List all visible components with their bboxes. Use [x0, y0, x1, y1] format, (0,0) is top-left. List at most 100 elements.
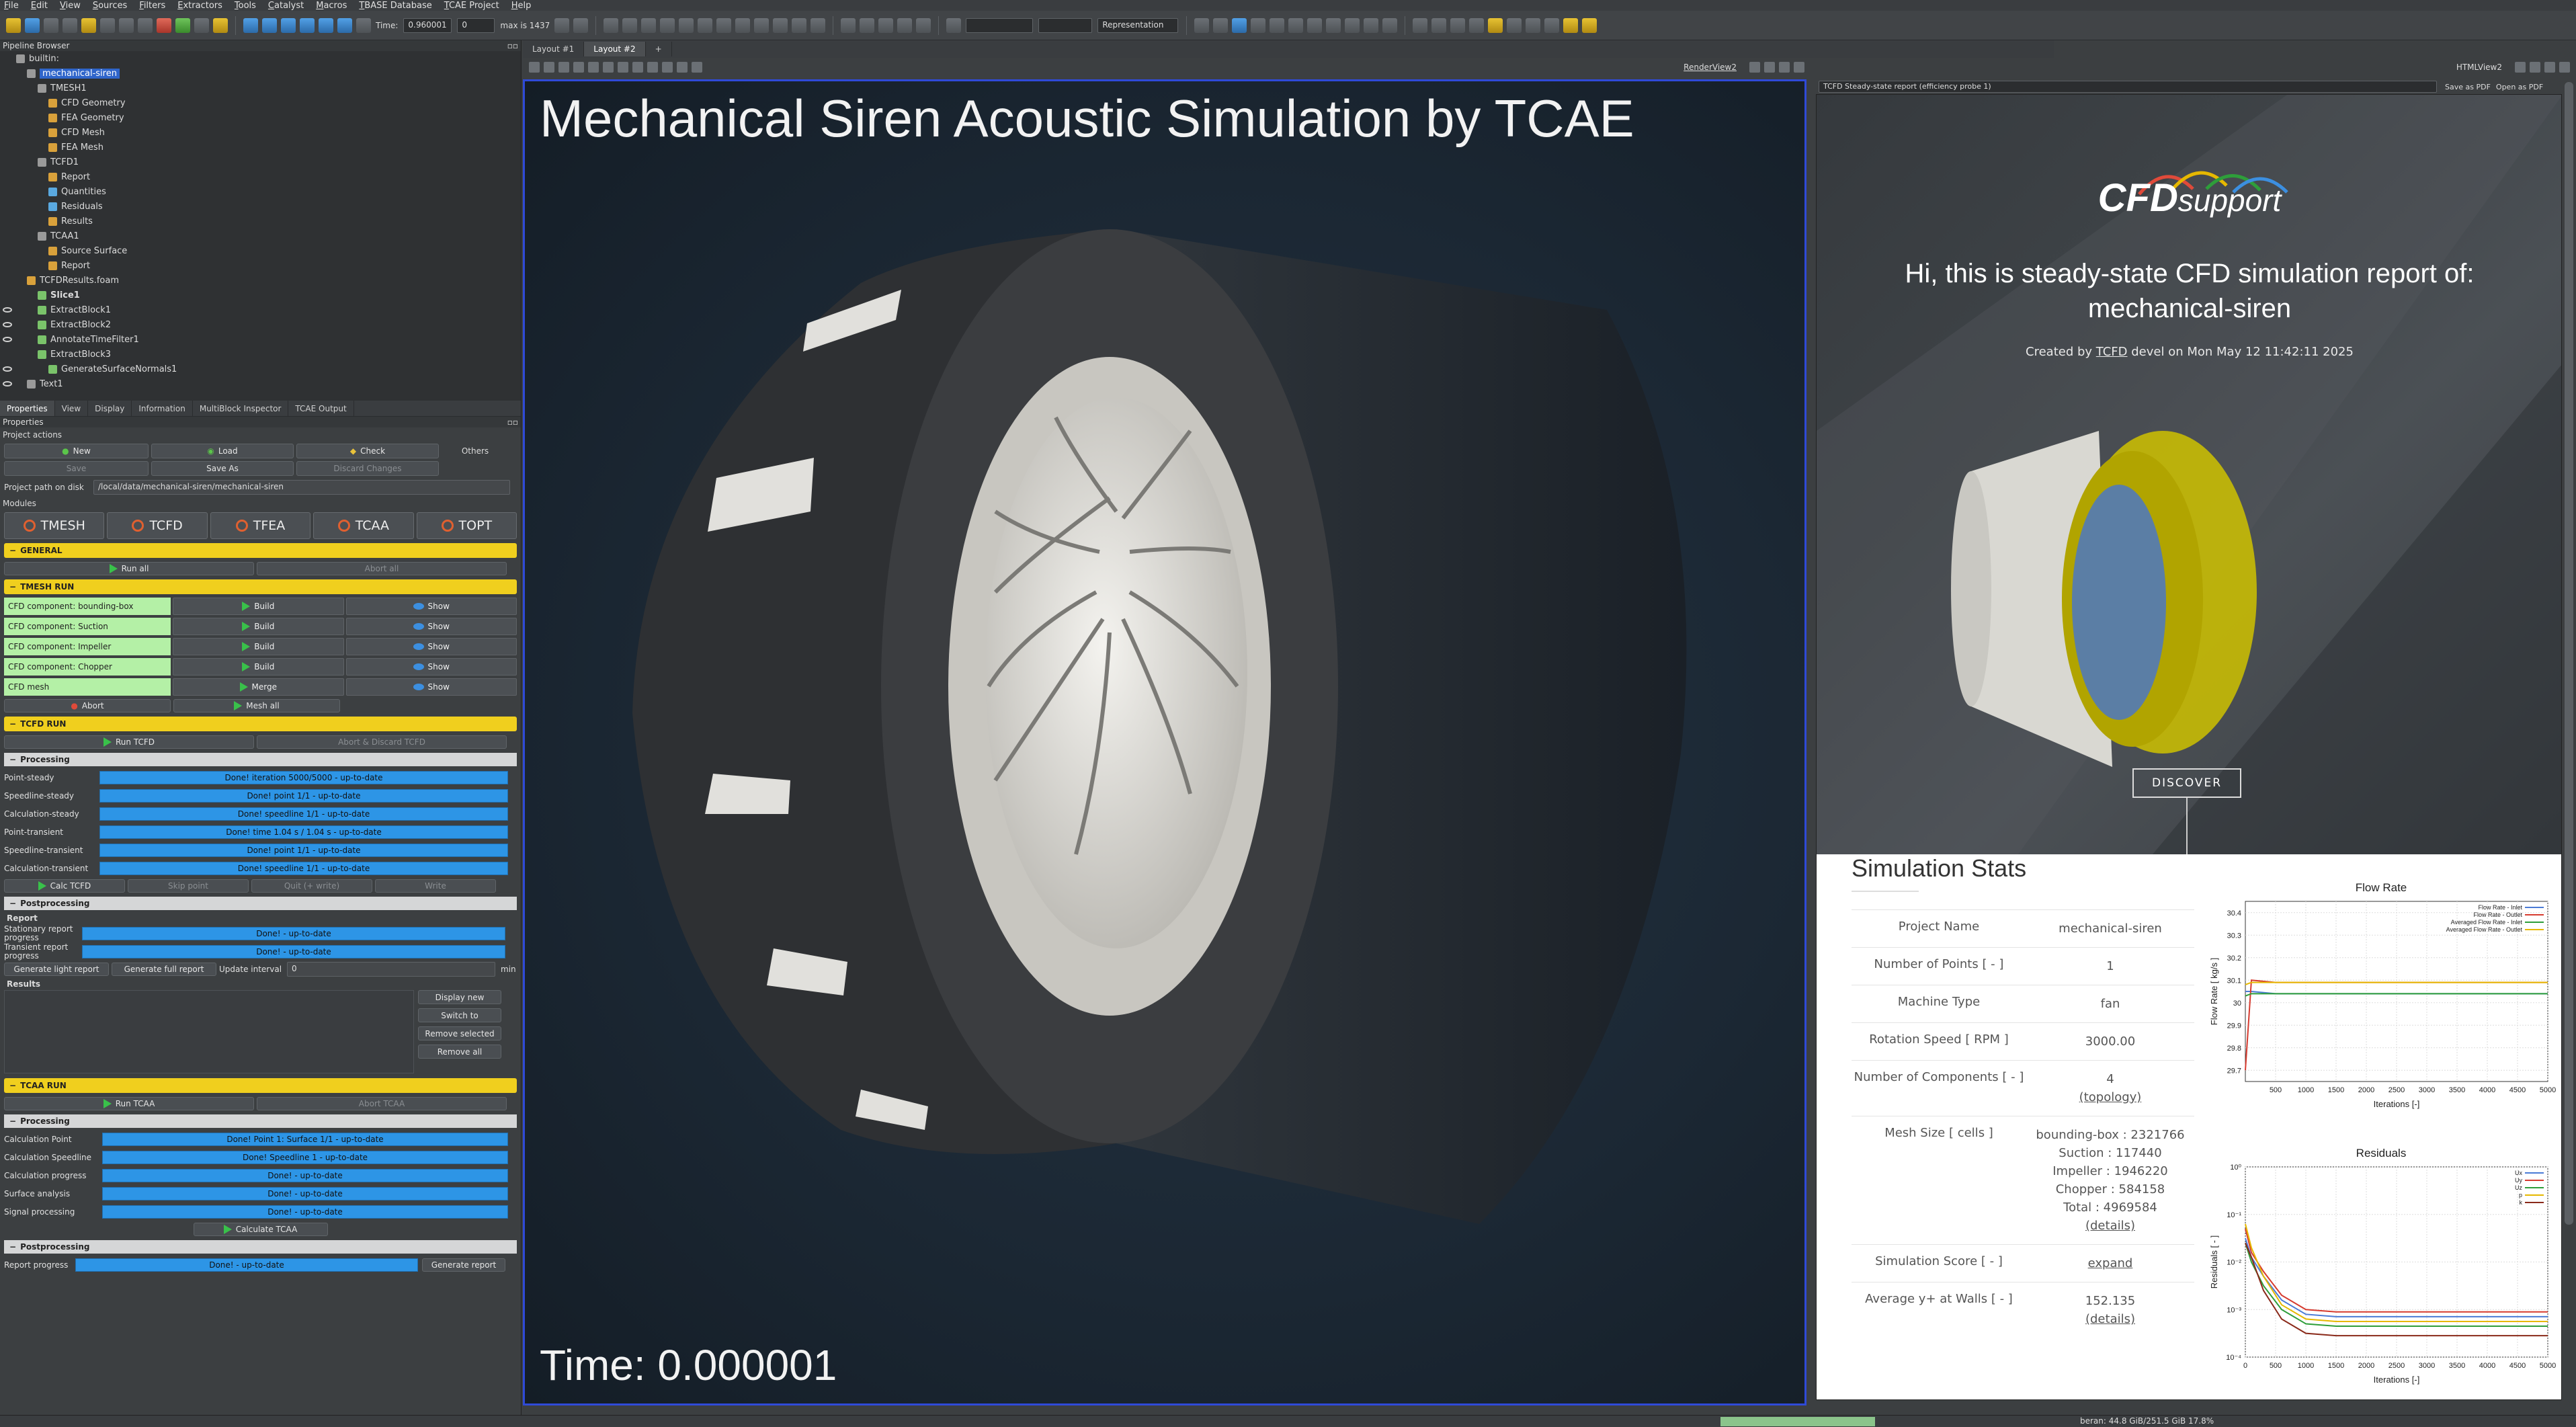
module-tab-tcaa[interactable]: TCAA — [313, 512, 414, 539]
tmesh-section-header[interactable]: − TMESH RUN — [4, 579, 517, 594]
build-button[interactable]: Build — [173, 618, 344, 635]
solid-color-icon[interactable] — [946, 17, 962, 33]
update-interval-field[interactable]: 0 — [287, 962, 496, 977]
select-block-icon[interactable] — [1450, 17, 1466, 33]
rotate-cw-icon[interactable] — [1364, 17, 1379, 33]
show-button[interactable]: Show — [345, 658, 517, 676]
camera-icon[interactable] — [529, 62, 540, 73]
abort-discard-tcfd-button[interactable]: Abort & Discard TCFD — [257, 735, 507, 749]
rotate-ccw-icon[interactable] — [1382, 17, 1398, 33]
previous-frame-icon[interactable] — [262, 17, 277, 33]
view-minus-x-icon[interactable] — [1251, 17, 1266, 33]
visibility-eye-icon[interactable] — [3, 322, 12, 327]
remove-all-button[interactable]: Remove all — [418, 1045, 501, 1059]
open-pdf-button[interactable]: Open as PDF — [2496, 83, 2543, 91]
contour-icon[interactable] — [622, 17, 638, 33]
menu-tbase-database[interactable]: TBASE Database — [359, 1, 431, 11]
visibility-eye-icon[interactable] — [3, 307, 12, 313]
pipeline-item[interactable]: Quantities — [0, 184, 521, 199]
component-select[interactable] — [1038, 17, 1093, 33]
menu-file[interactable]: File — [4, 1, 19, 11]
hover-cells-icon[interactable] — [647, 62, 658, 73]
generate-report-button[interactable]: Generate report — [422, 1258, 505, 1272]
select-points-icon[interactable] — [588, 62, 599, 73]
help-icon[interactable] — [213, 17, 228, 33]
last-frame-icon[interactable] — [337, 17, 352, 33]
grow-selection-icon[interactable] — [1526, 17, 1541, 33]
module-tab-tmesh[interactable]: TMESH — [4, 512, 105, 539]
tab-layout-1[interactable]: Layout #1 — [523, 42, 585, 56]
stats-details-link[interactable]: (details) — [2026, 1310, 2194, 1328]
tcfd-processing-header[interactable]: − Processing — [4, 753, 517, 766]
quit-write-button[interactable]: Quit (+ write) — [251, 879, 372, 893]
pipeline-item[interactable]: Report — [0, 258, 521, 273]
results-list[interactable] — [4, 990, 414, 1073]
run-tcfd-button[interactable]: Run TCFD — [4, 735, 254, 749]
pipeline-item[interactable]: TCFD1 — [0, 155, 521, 169]
open-folder-icon[interactable] — [6, 17, 21, 33]
view-plus-x-icon[interactable] — [1232, 17, 1247, 33]
save-state-icon[interactable] — [25, 17, 40, 33]
pipeline-tree[interactable]: builtin: mechanical-siren TMESH1 CFD Geomet… — [0, 51, 521, 401]
select-points-icon[interactable] — [1431, 17, 1447, 33]
rescale-custom-icon[interactable] — [897, 17, 913, 33]
select-blocks-icon[interactable] — [632, 62, 643, 73]
play-icon[interactable] — [300, 17, 315, 33]
close-view-icon[interactable] — [1794, 62, 1804, 73]
warp-vector-icon[interactable] — [754, 17, 770, 33]
pipeline-item[interactable]: Report — [0, 169, 521, 184]
select-polygon-icon[interactable] — [618, 62, 628, 73]
write-button[interactable]: Write — [375, 879, 496, 893]
interaction-mode-icon[interactable] — [558, 62, 569, 73]
show-button[interactable]: Show — [345, 598, 517, 615]
reset-camera-icon[interactable] — [1194, 17, 1210, 33]
run-all-button[interactable]: Run all — [4, 562, 254, 575]
pipeline-item[interactable]: ExtractBlock1 — [0, 302, 521, 317]
report-page[interactable]: CFDsupport Hi, this is steady-state CFD … — [1816, 94, 2562, 1400]
isometric-view-icon[interactable] — [1345, 17, 1360, 33]
representation-select[interactable]: Representation — [1097, 17, 1179, 33]
tab-information[interactable]: Information — [132, 401, 193, 416]
interact-icon[interactable] — [194, 17, 209, 33]
project-path-field[interactable]: /local/data/mechanical-siren/mechanical-… — [93, 480, 510, 495]
menu-sources[interactable]: Sources — [93, 1, 127, 11]
zoom-icon[interactable] — [554, 17, 570, 33]
load-project-button[interactable]: ◉ Load — [151, 444, 294, 458]
close-icon[interactable]: ▫▫ — [507, 41, 518, 50]
build-button[interactable]: Merge — [173, 678, 344, 696]
tcaa-processing-header[interactable]: − Processing — [4, 1114, 517, 1128]
visibility-eye-icon[interactable] — [3, 337, 12, 342]
undo-icon[interactable] — [119, 17, 134, 33]
split-vertical-icon[interactable] — [1764, 62, 1775, 73]
reset-range-icon[interactable] — [878, 17, 894, 33]
extract-subset-icon[interactable] — [698, 17, 713, 33]
pipeline-item[interactable]: CFD Mesh — [0, 125, 521, 140]
stream-tracer-icon[interactable] — [735, 17, 751, 33]
pipeline-item[interactable]: TCFDResults.foam — [0, 273, 521, 288]
abort-tcaa-button[interactable]: Abort TCAA — [257, 1097, 507, 1110]
menu-edit[interactable]: Edit — [31, 1, 48, 11]
save-project-button[interactable]: Save — [4, 461, 149, 476]
time-inspector-icon[interactable] — [573, 17, 589, 33]
close-icon[interactable]: ▫▫ — [507, 417, 518, 427]
calculator-icon[interactable] — [604, 17, 619, 33]
menu-help[interactable]: Help — [511, 1, 532, 11]
discover-button[interactable]: DISCOVER — [2132, 768, 2241, 798]
module-tab-tcfd[interactable]: TCFD — [107, 512, 208, 539]
view-minus-z-icon[interactable] — [1326, 17, 1341, 33]
tab-multiblock-inspector[interactable]: MultiBlock Inspector — [193, 401, 289, 416]
tcfd-section-header[interactable]: − TCFD RUN — [4, 717, 517, 731]
select-cells-icon[interactable] — [1413, 17, 1428, 33]
capture-icon[interactable] — [544, 62, 554, 73]
pick-center-icon[interactable] — [100, 17, 115, 33]
select-surface-icon[interactable] — [573, 62, 584, 73]
zoom-to-data-icon[interactable] — [1213, 17, 1229, 33]
render-view[interactable]: Mechanical Siren Acoustic Simulation by … — [523, 79, 1806, 1405]
save-pdf-button[interactable]: Save as PDF — [2445, 83, 2491, 91]
loop-icon[interactable] — [356, 17, 371, 33]
report-scrollbar[interactable] — [2562, 79, 2576, 1400]
group-datasets-icon[interactable] — [773, 17, 788, 33]
clip-icon[interactable] — [641, 17, 657, 33]
view-plus-y-icon[interactable] — [1270, 17, 1285, 33]
stats-details-link[interactable]: (topology) — [2026, 1088, 2194, 1106]
